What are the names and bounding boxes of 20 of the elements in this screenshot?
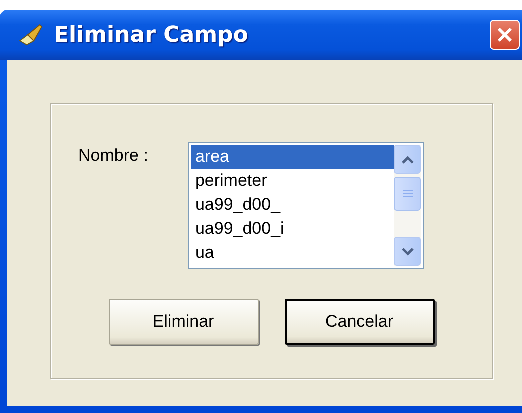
list-item[interactable]: perimeter <box>191 169 394 193</box>
scroll-thumb[interactable] <box>394 177 422 211</box>
list-item[interactable]: ua99_d00_ <box>191 193 394 217</box>
field-label: Nombre : <box>78 146 148 166</box>
up-chevron-icon <box>400 154 415 164</box>
window-title: Eliminar Campo <box>54 22 250 48</box>
field-list[interactable]: area perimeter ua99_d00_ ua99_d00_i ua <box>188 142 424 269</box>
list-item[interactable]: ua99_d00_i <box>191 217 394 241</box>
dialog-button[interactable]: Eliminar <box>108 299 258 345</box>
list-item[interactable]: area <box>191 145 394 169</box>
dialog-button[interactable]: Cancelar <box>284 299 434 345</box>
brush-icon <box>18 23 44 47</box>
close-button[interactable] <box>490 20 520 50</box>
down-chevron-icon <box>400 246 415 256</box>
list-item[interactable]: ua <box>191 241 394 265</box>
scroll-down-button[interactable] <box>394 237 422 266</box>
grip-icon <box>402 189 414 199</box>
close-icon <box>496 26 514 44</box>
scroll-bar[interactable] <box>394 145 422 266</box>
scroll-up-button[interactable] <box>394 145 422 174</box>
